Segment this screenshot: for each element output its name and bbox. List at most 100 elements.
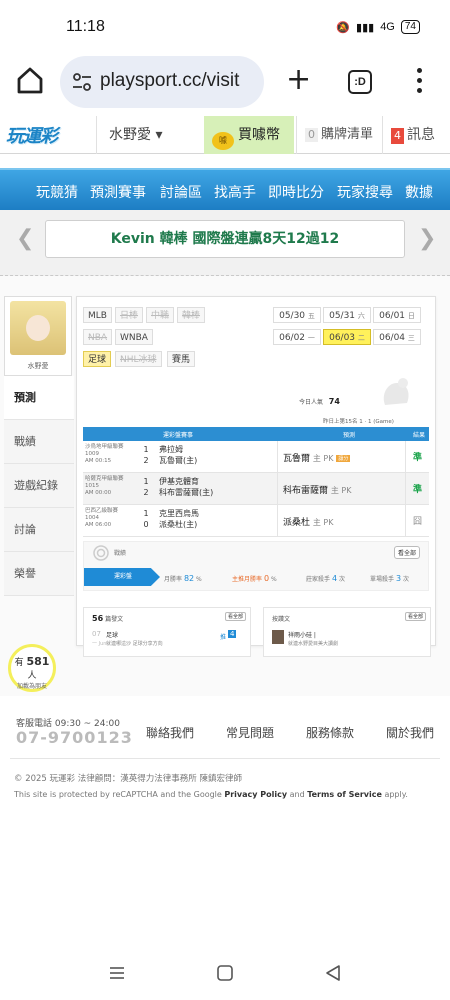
table-row[interactable]: 沙烏地甲級聯賽 1009 AM 00:15 12 弗拉姆 瓦魯爾(主) 瓦魯爾 主 P… — [83, 441, 429, 473]
match-score: 10 — [143, 509, 149, 529]
main-nav: 玩競猜 預測賽事 討論區 找高手 即時比分 玩家搜尋 數據 — [0, 168, 450, 210]
match-score: 12 — [143, 477, 149, 497]
buy-coins-label: 買噱幣 — [238, 127, 280, 143]
footer-link-faq[interactable]: 常見問題 — [226, 724, 274, 741]
privacy-policy-link[interactable]: Privacy Policy — [224, 790, 287, 799]
post-excerpt: 就連哪這沙 足球分享方向 — [106, 641, 163, 647]
table-header: 運彩盤賽事 預測 結果 — [83, 427, 429, 441]
post-reply-label: 推 — [220, 634, 227, 641]
date-0601[interactable]: 06/01 日 — [373, 307, 421, 323]
nav-find-experts[interactable]: 找高手 — [214, 182, 256, 202]
league-tag-kbo: 韓棒 — [177, 307, 206, 323]
url-bar[interactable]: playsport.cc/visit — [60, 56, 264, 108]
sidebar-item-predict[interactable]: 預測 — [4, 376, 74, 420]
date-0603[interactable]: 06/03 二 — [323, 329, 371, 345]
league-tag-horse[interactable]: 賽馬 — [167, 351, 196, 367]
league-tag-soccer[interactable]: 足球 — [83, 351, 112, 367]
liked-title: 按讚文 — [272, 616, 291, 623]
avatar-card[interactable]: 水野愛 — [4, 296, 72, 376]
tab-switcher-button[interactable]: :D — [348, 70, 372, 94]
col-event: 運彩盤賽事 — [163, 432, 194, 439]
date-0531[interactable]: 05/31 六 — [323, 307, 371, 323]
date-0530[interactable]: 05/30 五 — [273, 307, 321, 323]
buy-coins-button[interactable]: 噱買噱幣 — [204, 116, 294, 154]
cart-link[interactable]: 0 購牌清單 — [296, 116, 380, 154]
popularity: 今日人氣 74 — [299, 397, 340, 406]
mute-icon: 🔕 — [336, 21, 351, 34]
profile-content: 水野愛 預測 戰績 遊戲紀錄 討論 榮譽 有 581 人 加載為朋友 MLB 日… — [0, 276, 450, 696]
posts-view-all-button[interactable]: 看全部 — [224, 612, 246, 621]
match-result: 準 — [413, 453, 423, 463]
banner-next-icon[interactable]: ❯ — [418, 228, 436, 250]
home-icon[interactable] — [14, 64, 46, 96]
match-result: 囧 — [413, 517, 423, 527]
footer-link-about[interactable]: 關於我們 — [386, 724, 434, 741]
league-tag-nhl: NHL冰球 — [115, 351, 162, 367]
prediction-card: MLB 日棒 中職 韓棒 NBA WNBA 足球 NHL冰球 賽馬 05/30 … — [76, 296, 436, 657]
posts-title: 56 篇發文 — [92, 614, 124, 623]
banner-headline[interactable]: Kevin 韓棒 國際盤連贏8天12過12 — [45, 220, 405, 258]
nav-predict[interactable]: 預測賽事 — [90, 182, 146, 202]
prediction-table: 運彩盤賽事 預測 結果 沙烏地甲級聯賽 1009 AM 00:15 12 弗拉姆 瓦魯… — [83, 427, 429, 537]
copyright: © 2025 玩運彩 法律顧問：漢英得力法律事務所 陳鎮宏律師 — [14, 774, 242, 784]
target-icon — [93, 545, 109, 561]
stats-view-all-button[interactable]: 看全部 — [393, 546, 420, 559]
nav-stats[interactable]: 數據 — [405, 182, 433, 202]
nav-player-search[interactable]: 玩家搜尋 — [337, 182, 393, 202]
back-icon[interactable] — [324, 964, 342, 982]
liked-post-title[interactable]: 祥雨小硅 | — [288, 630, 316, 639]
league-tag-npb: 日棒 — [115, 307, 144, 323]
messages-link[interactable]: 4 訊息 — [382, 116, 450, 154]
friend-label: 加載為朋友 — [16, 683, 47, 690]
liked-view-all-button[interactable]: 看全部 — [404, 612, 426, 621]
sidebar-item-record[interactable]: 戰績 — [4, 420, 74, 464]
league-tag-wnba[interactable]: WNBA — [115, 329, 153, 345]
match-result: 準 — [413, 485, 423, 495]
cart-count: 0 — [305, 128, 318, 142]
stat-main-winrate: 主推月勝率 0 % — [232, 574, 277, 583]
messages-label: 訊息 — [407, 127, 435, 143]
service-phone[interactable]: 07-9700123 — [16, 728, 133, 747]
table-row[interactable]: 巴西乙級聯賽 1004 AM 06:00 10 克里西烏馬 派桑杜(主) 派桑杜 主 … — [83, 505, 429, 537]
friend-count: 有 581 人 — [14, 655, 50, 681]
nav-play-guess[interactable]: 玩競猜 — [36, 182, 78, 202]
stats-tab[interactable]: 運彩盤 — [84, 568, 160, 586]
home-nav-icon[interactable] — [216, 964, 234, 982]
sidebar-item-honor[interactable]: 榮譽 — [4, 552, 74, 596]
sidebar-item-discuss[interactable]: 討論 — [4, 508, 74, 552]
nav-live-scores[interactable]: 即時比分 — [268, 182, 324, 202]
footer-divider — [10, 758, 440, 759]
nav-forum[interactable]: 討論區 — [160, 182, 202, 202]
battery-icon: 74 — [400, 20, 420, 34]
sidebar-item-game-log[interactable]: 遊戲紀錄 — [4, 464, 74, 508]
new-tab-button[interactable]: + — [286, 65, 311, 95]
date-0602[interactable]: 06/02 一 — [273, 329, 321, 345]
url-text[interactable]: playsport.cc/visit — [100, 70, 239, 92]
footer-link-contact[interactable]: 聯絡我們 — [146, 724, 194, 741]
site-settings-icon[interactable] — [72, 72, 92, 92]
site-header: 玩運彩 水野愛 ▾ 噱買噱幣 0 購牌清單 4 訊息 — [0, 116, 450, 154]
user-menu[interactable]: 水野愛 ▾ — [96, 116, 204, 154]
post-title[interactable]: 足球 — [106, 630, 118, 639]
terms-link[interactable]: Terms of Service — [307, 790, 382, 799]
date-0604[interactable]: 06/04 三 — [373, 329, 421, 345]
site-logo[interactable]: 玩運彩 — [6, 122, 86, 148]
match-league: 沙烏地甲級聯賽 1009 AM 00:15 — [85, 444, 124, 464]
league-tag-mlb[interactable]: MLB — [83, 307, 112, 323]
recent-apps-icon[interactable] — [108, 964, 126, 982]
match-league: 哈薩克甲級聯賽 1015 AM 00:00 — [85, 476, 124, 496]
recaptcha-notice: This site is protected by reCAPTCHA and … — [14, 790, 408, 799]
table-row[interactable]: 哈薩克甲級聯賽 1015 AM 00:00 12 伊基克體育 科布雷薩爾(主) 科布雷… — [83, 473, 429, 505]
posts-box: 56 篇發文 看全部 07 一 Jun 足球 就連哪這沙 足球分享方向 推 4 — [83, 607, 251, 657]
match-league: 巴西乙級聯賽 1004 AM 06:00 — [85, 508, 119, 528]
cart-label: 購牌清單 — [321, 127, 374, 142]
status-time: 11:18 — [66, 18, 105, 35]
avatar — [10, 301, 66, 355]
post-date: 07 — [92, 630, 101, 638]
banner-prev-icon[interactable]: ❮ — [16, 228, 34, 250]
league-tag-cpbl: 中職 — [146, 307, 175, 323]
col-result: 結果 — [413, 432, 426, 439]
friend-bulb[interactable]: 有 581 人 加載為朋友 — [8, 644, 56, 692]
overflow-menu-icon[interactable] — [414, 68, 424, 96]
footer-link-terms[interactable]: 服務條款 — [306, 724, 354, 741]
